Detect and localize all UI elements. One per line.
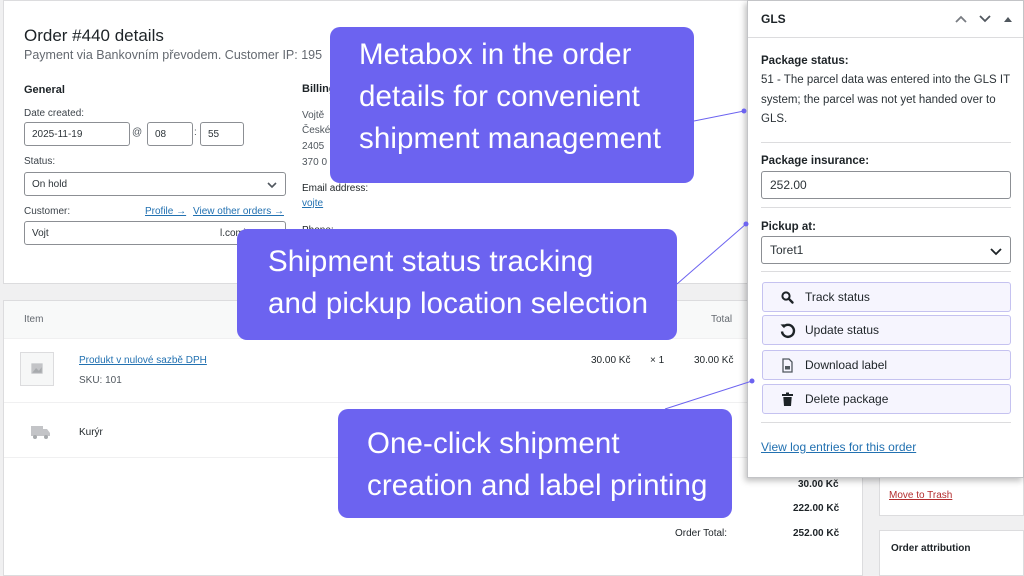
callout-line: creation and label printing [367,469,708,502]
connector-line [693,110,745,122]
callout-line: One-click shipment [367,427,620,460]
connector-line [676,223,747,285]
connector-line [664,380,753,410]
callout-line: Shipment status tracking [268,245,594,278]
callout-line: and pickup location selection [268,287,649,320]
callout-label-printing: One-click shipment creation and label pr… [338,409,732,518]
callout-line: shipment management [359,122,661,155]
callout-line: Metabox in the order [359,38,632,71]
connector-dot [743,221,749,227]
callout-line: details for convenient [359,80,640,113]
connector-dot [741,108,747,114]
connector-dot [749,378,755,384]
callout-metabox: Metabox in the order details for conveni… [330,27,694,183]
callout-status-tracking: Shipment status tracking and pickup loca… [237,229,677,340]
